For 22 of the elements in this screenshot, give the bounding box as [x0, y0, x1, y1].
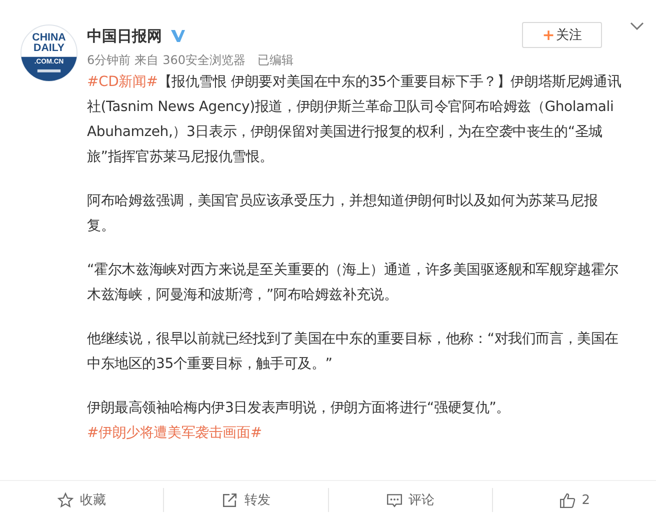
comment-button[interactable]: 评论: [328, 481, 492, 519]
comment-icon: [386, 492, 403, 508]
like-button[interactable]: 2: [492, 481, 656, 519]
topic-link[interactable]: #CD新闻#: [87, 74, 158, 90]
follow-button[interactable]: +关注: [522, 22, 602, 48]
post-paragraph: 阿布哈姆兹强调，美国官员应该承受压力，并想知道伊朗何时以及如何为苏莱马尼报复。: [87, 192, 599, 236]
edited-label: 已编辑: [258, 52, 294, 68]
post-paragraph: 他继续说，很早以前就已经找到了美国在中东的重要目标，他称：“对我们而言，美国在中东地区的35个重要目标，触手可及。”: [87, 330, 620, 374]
favorite-button[interactable]: 收藏: [0, 481, 164, 519]
post-time[interactable]: 6分钟前: [87, 52, 131, 68]
post-paragraph: 伊朗最高领袖哈梅内伊3日发表声明说，伊朗方面将进行“强硬复仇”。 #伊朗少将遭美军袭击画面#: [87, 399, 512, 443]
author-name[interactable]: 中国日报网: [87, 26, 162, 46]
topic-link[interactable]: #伊朗少将遭美军袭击画面#: [87, 425, 262, 441]
source-label: 来自: [134, 52, 159, 68]
share-button[interactable]: 转发: [164, 481, 328, 519]
source-link[interactable]: 360安全浏览器: [162, 52, 246, 68]
post-paragraph: “霍尔木兹海峡对西方来说是至关重要的（海上）通道，许多美国驱逐舰和军舰穿越霍尔木兹海峡，阿曼海和波斯湾，”阿布哈姆兹补充说。: [87, 261, 620, 305]
chevron-down-icon[interactable]: [630, 22, 644, 30]
share-icon: [221, 492, 238, 508]
post-paragraph: #CD新闻#【报仇雪恨 伊朗要对美国在中东的35个重要目标下手？】伊朗塔斯尼姆通讯社(Tasnim News Agency)报道，伊朗伊斯兰革命卫队司令官阿布哈姆兹（Gholamali Abuhamzeh,）3日表示，伊朗保留对美国进行报复的权利，为在空袭中丧生的“圣城旅”指挥官苏莱马尼报仇雪恨。: [87, 73, 622, 167]
thumbs-up-icon: [558, 492, 576, 508]
star-icon: [57, 492, 74, 508]
